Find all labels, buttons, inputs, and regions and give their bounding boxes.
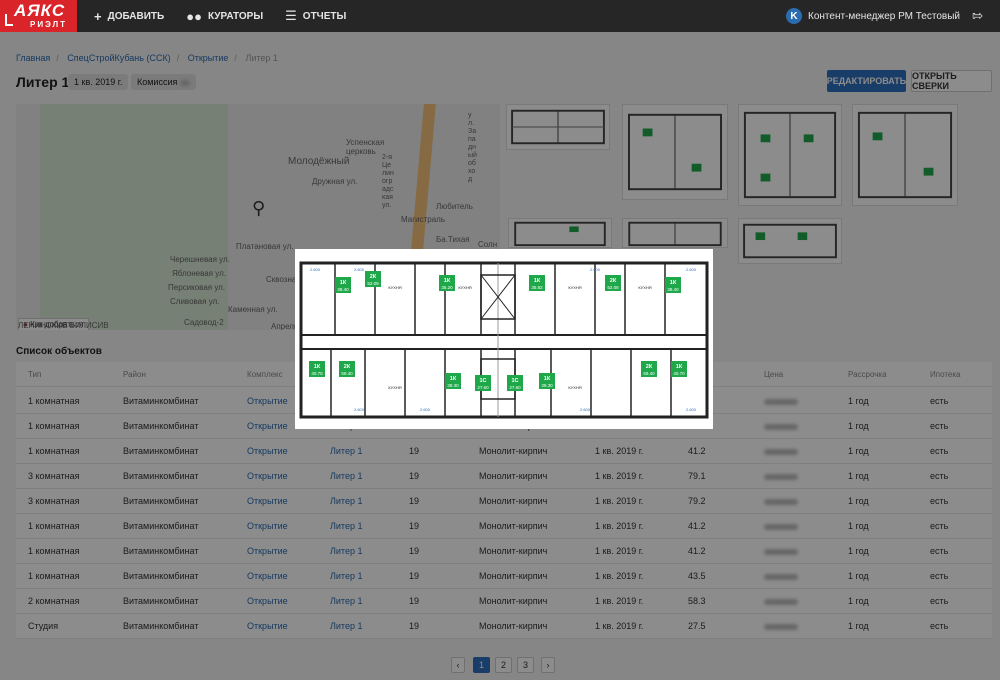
apartment-label[interactable]: 2К59.40	[641, 361, 657, 377]
apartment-label[interactable]: 1К38.40	[665, 277, 681, 293]
apartment-label[interactable]: 1К35.20	[439, 275, 455, 291]
room-label: КУХНЯ	[638, 285, 651, 290]
apartment-label[interactable]: 2К59.40	[339, 361, 355, 377]
apartment-area: 40.70	[673, 371, 685, 376]
nav-add-label: ДОБАВИТЬ	[107, 10, 165, 22]
apartment-area: 59.40	[341, 371, 353, 376]
apartment-label[interactable]: 1С27.60	[475, 375, 491, 391]
apartment-label[interactable]: 1К35.82	[529, 275, 545, 291]
dimension-label: 2.600	[580, 407, 591, 412]
apartment-kind: 1К	[676, 364, 683, 370]
apartment-kind: 1К	[444, 278, 451, 284]
apartment-area: 38.40	[667, 287, 679, 292]
apartment-label[interactable]: 1К40.70	[309, 361, 325, 377]
users-icon: ●●	[186, 8, 202, 24]
room-label: КУХНЯ	[388, 285, 401, 290]
apartment-label[interactable]: 1К39.30	[445, 373, 461, 389]
apartment-label[interactable]: 1К39.30	[539, 373, 555, 389]
apartment-area: 39.30	[447, 383, 459, 388]
apartment-kind: 1К	[670, 280, 677, 286]
room-label: КУХНЯ	[568, 385, 581, 390]
apartment-kind: 2К	[646, 364, 653, 370]
logo-text: АЯКС	[14, 1, 66, 20]
dimension-label: 2.600	[420, 407, 431, 412]
dimension-label: 2.600	[686, 407, 697, 412]
apartment-kind: 1К	[534, 278, 541, 284]
nav-reports-label: ОТЧЕТЫ	[302, 10, 347, 22]
apartment-kind: 2К	[610, 278, 617, 284]
apartment-kind: 1С	[479, 378, 486, 384]
apartment-label[interactable]: 2К52.09	[365, 271, 381, 287]
avatar: K	[786, 8, 802, 24]
nav-curators-label: КУРАТОРЫ	[207, 10, 264, 22]
apartment-area: 59.40	[643, 371, 655, 376]
apartment-area: 35.82	[531, 285, 543, 290]
floorplan-drawing: 1К38.402К52.09 1К35.201К35.822К52.081К38.…	[299, 261, 709, 419]
apartment-area: 40.70	[311, 371, 323, 376]
room-label: КУХНЯ	[388, 385, 401, 390]
apartment-kind: 2К	[344, 364, 351, 370]
apartment-kind: 1К	[544, 376, 551, 382]
nav-curators[interactable]: ●● КУРАТОРЫ	[181, 0, 268, 32]
dimension-label: 2.600	[354, 267, 365, 272]
apartment-kind: 1К	[450, 376, 457, 382]
apartment-area: 27.60	[509, 385, 521, 390]
user-menu[interactable]: K Контент-менеджер РМ Тестовый	[786, 0, 960, 32]
brand-logo[interactable]: АЯКС РИЭЛТ	[0, 0, 77, 32]
apartment-kind: 1С	[511, 378, 518, 384]
apartment-kind: 1К	[314, 364, 321, 370]
room-label: КУХНЯ	[568, 285, 581, 290]
nav-add[interactable]: + ДОБАВИТЬ	[89, 0, 169, 32]
user-name: Контент-менеджер РМ Тестовый	[808, 10, 960, 22]
apartment-label[interactable]: 2К52.08	[605, 275, 621, 291]
floorplan-lightbox[interactable]: 1К 38.40 2К 52.09 1К 35.20 1К 35.82 2К 52.08 1К 38.…	[295, 249, 713, 429]
list-icon: ☰	[285, 8, 297, 23]
apartment-area: 35.20	[441, 285, 453, 290]
room-label: КУХНЯ	[458, 285, 471, 290]
apartment-area: 52.08	[607, 285, 619, 290]
nav-reports[interactable]: ☰ ОТЧЕТЫ	[280, 0, 351, 32]
apartment-area: 38.40	[337, 287, 349, 292]
apartment-label[interactable]: 1С27.60	[507, 375, 523, 391]
apartment-kind: 2К	[370, 274, 377, 280]
apartment-area: 27.60	[477, 385, 489, 390]
plus-icon: +	[94, 8, 102, 24]
logo-bracket-icon	[5, 14, 13, 26]
logo-subtext: РИЭЛТ	[30, 20, 67, 29]
dimension-label: 2.600	[354, 407, 365, 412]
logout-icon[interactable]: ⇰	[972, 8, 988, 24]
apartment-area: 39.30	[541, 383, 553, 388]
dimension-label: 2.600	[686, 267, 697, 272]
apartment-area: 52.09	[367, 281, 379, 286]
apartment-kind: 1К	[340, 280, 347, 286]
dimension-label: 2.600	[590, 267, 601, 272]
dimension-label: 2.600	[310, 267, 321, 272]
apartment-label[interactable]: 1К38.40	[335, 277, 351, 293]
top-bar: АЯКС РИЭЛТ + ДОБАВИТЬ ●● КУРАТОРЫ ☰ ОТЧЕ…	[0, 0, 1000, 32]
apartment-label[interactable]: 1К40.70	[671, 361, 687, 377]
